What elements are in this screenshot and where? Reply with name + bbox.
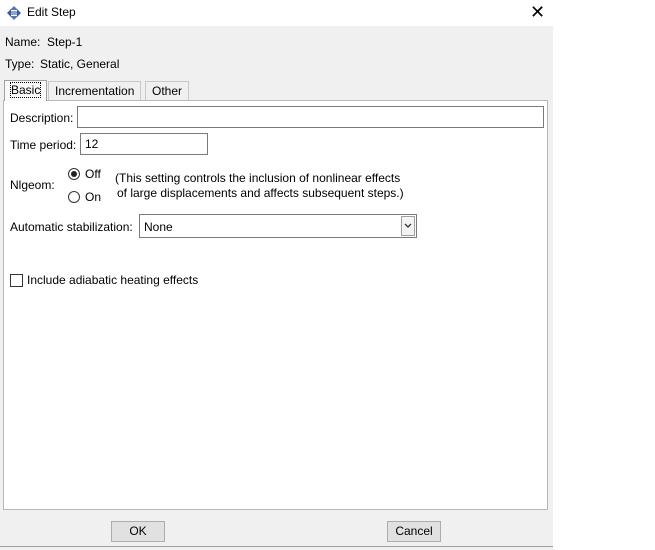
tab-incrementation[interactable]: Incrementation [48, 81, 142, 101]
time-period-input[interactable] [80, 133, 208, 155]
stabilization-value: None [144, 220, 173, 234]
adiabatic-label: Include adiabatic heating effects [27, 273, 199, 287]
nlgeom-label: Nlgeom: [10, 178, 55, 192]
basic-tab-panel [3, 100, 548, 510]
type-value: Static, General [40, 57, 120, 71]
description-label: Description: [10, 111, 74, 125]
stabilization-select[interactable]: None [139, 214, 417, 238]
close-icon: ✕ [529, 2, 546, 22]
nlgeom-note-line1: (This setting controls the inclusion of … [115, 171, 401, 185]
time-period-label: Time period: [10, 138, 77, 152]
description-input[interactable] [77, 106, 544, 128]
tab-incrementation-label: Incrementation [55, 84, 135, 98]
window-title: Edit Step [27, 5, 76, 19]
name-label: Name: [5, 35, 41, 49]
abaqus-app-icon [6, 5, 22, 21]
ok-button[interactable]: OK [111, 521, 165, 542]
adiabatic-checkbox[interactable] [10, 274, 23, 287]
nlgeom-on-label: On [85, 190, 102, 204]
tab-basic[interactable]: Basic [4, 80, 48, 101]
cancel-button[interactable]: Cancel [387, 521, 441, 542]
tab-other[interactable]: Other [145, 81, 190, 101]
stabilization-label: Automatic stabilization: [10, 220, 133, 234]
tab-basic-label: Basic [9, 82, 42, 98]
nlgeom-on-radio[interactable] [68, 191, 80, 203]
edit-step-dialog: Edit Step ✕ Name: Step-1 Type: Static, G… [0, 0, 553, 550]
nlgeom-off-radio[interactable] [68, 168, 80, 180]
nlgeom-off-label: Off [85, 167, 101, 181]
name-value: Step-1 [47, 35, 83, 49]
window-bottom-border [0, 546, 553, 547]
nlgeom-note-line2: of large displacements and affects subse… [117, 186, 404, 200]
chevron-down-icon [404, 223, 412, 228]
dropdown-button[interactable] [401, 216, 415, 236]
title-bar[interactable]: Edit Step ✕ [0, 0, 553, 26]
type-label: Type: [5, 57, 35, 71]
tab-other-label: Other [152, 84, 183, 98]
close-button[interactable]: ✕ [522, 0, 553, 24]
